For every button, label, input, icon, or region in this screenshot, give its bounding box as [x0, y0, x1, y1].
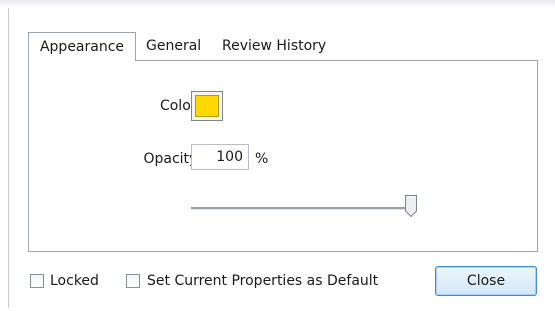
- set-default-checkbox[interactable]: [126, 274, 140, 288]
- slider-thumb[interactable]: [405, 195, 417, 217]
- window-left-edge: [8, 8, 9, 308]
- opacity-unit: %: [255, 151, 269, 167]
- set-default-label[interactable]: Set Current Properties as Default: [147, 273, 378, 289]
- locked-label[interactable]: Locked: [50, 273, 99, 289]
- window-top-edge: [0, 0, 555, 8]
- color-swatch: [195, 95, 219, 117]
- tab-review-history[interactable]: Review History: [222, 32, 326, 60]
- tab-appearance[interactable]: Appearance: [28, 32, 136, 61]
- slider-track: [191, 207, 417, 210]
- appearance-panel: Color: Opacity: %: [28, 60, 538, 252]
- locked-checkbox[interactable]: [30, 274, 44, 288]
- color-picker-button[interactable]: [191, 91, 223, 121]
- properties-dialog: Appearance General Review History Color:…: [0, 0, 555, 311]
- opacity-input[interactable]: [191, 144, 249, 170]
- opacity-slider[interactable]: [191, 193, 417, 223]
- tab-general[interactable]: General: [146, 32, 201, 60]
- close-button[interactable]: Close: [435, 266, 537, 296]
